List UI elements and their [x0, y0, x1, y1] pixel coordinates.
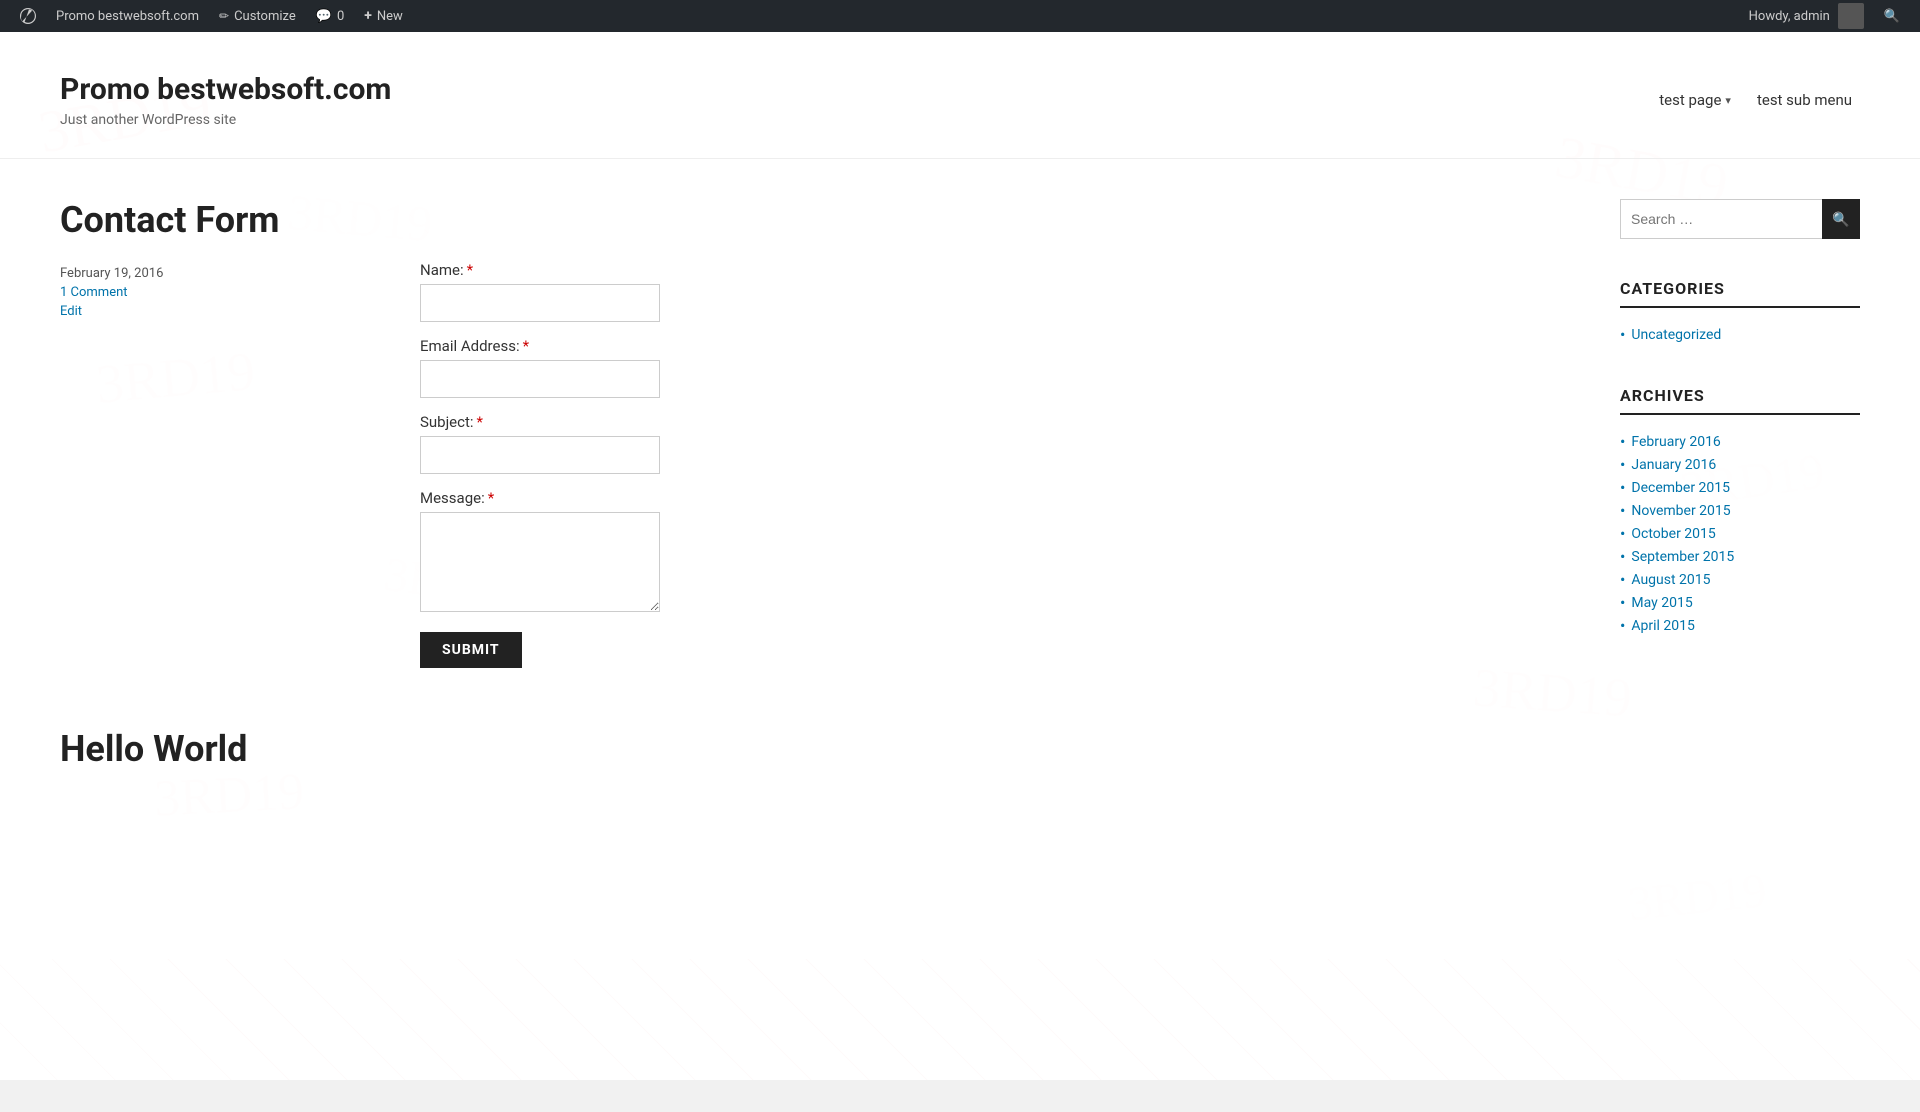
chevron-down-icon: ▾ [1725, 94, 1731, 107]
search-input[interactable] [1620, 199, 1822, 239]
post-inner: February 19, 2016 1 Comment Edit [60, 261, 1580, 668]
archive-link[interactable]: August 2015 [1631, 572, 1710, 588]
wordpress-logo-button[interactable] [10, 0, 46, 32]
submit-button[interactable]: SUBMIT [420, 632, 522, 668]
message-field-group: Message:* [420, 489, 1580, 612]
comments-link[interactable]: 1 Comment [60, 285, 128, 300]
email-label: Email Address:* [420, 337, 1580, 355]
hello-world-section: Hello World [60, 728, 1580, 770]
search-icon-adminbar: 🔍 [1884, 9, 1900, 24]
list-item: December 2015 [1620, 476, 1860, 499]
customize-icon: ✏ [219, 9, 229, 23]
plus-icon: + [364, 8, 372, 24]
name-label-text: Name: [420, 261, 464, 279]
post-title: Contact Form [60, 199, 1580, 241]
message-required-star: * [488, 489, 494, 507]
message-label-text: Message: [420, 489, 485, 507]
customize-button[interactable]: ✏ Customize [209, 0, 306, 32]
customize-label: Customize [234, 9, 296, 24]
archive-link[interactable]: November 2015 [1631, 503, 1730, 519]
subject-field-group: Subject:* [420, 413, 1580, 474]
howdy-text: Howdy, admin [1749, 9, 1830, 24]
edit-link[interactable]: Edit [60, 304, 82, 319]
email-label-text: Email Address: [420, 337, 520, 355]
search-button-adminbar[interactable]: 🔍 [1874, 0, 1910, 32]
comments-count: 0 [337, 9, 344, 24]
hello-world-title: Hello World [60, 728, 1580, 770]
name-field-group: Name:* [420, 261, 1580, 322]
archive-link[interactable]: February 2016 [1631, 434, 1720, 450]
list-item: October 2015 [1620, 522, 1860, 545]
list-item: September 2015 [1620, 545, 1860, 568]
archive-link[interactable]: October 2015 [1631, 526, 1715, 542]
subject-label: Subject:* [420, 413, 1580, 431]
email-input[interactable] [420, 360, 660, 398]
email-required-star: * [523, 337, 529, 355]
admin-avatar [1838, 3, 1864, 29]
site-description: Just another WordPress site [60, 112, 391, 128]
nav-test-sub-menu[interactable]: test sub menu [1749, 86, 1860, 114]
post-body: Name:* Email Address:* [240, 261, 1580, 668]
archive-link[interactable]: September 2015 [1631, 549, 1734, 565]
name-label: Name:* [420, 261, 1580, 279]
post-edit: Edit [60, 304, 220, 319]
site-name-label: Promo bestwebsoft.com [56, 9, 199, 24]
site-name-button[interactable]: Promo bestwebsoft.com [46, 0, 209, 32]
category-link-uncategorized[interactable]: Uncategorized [1631, 327, 1721, 343]
nav-test-page-label: test page [1659, 91, 1721, 109]
subject-input[interactable] [420, 436, 660, 474]
comments-button[interactable]: 💬 0 [306, 0, 355, 32]
list-item: January 2016 [1620, 453, 1860, 476]
message-textarea[interactable] [420, 512, 660, 612]
comments-icon: 💬 [316, 9, 332, 24]
nav-test-sub-menu-label: test sub menu [1757, 91, 1852, 109]
archive-link[interactable]: May 2015 [1631, 595, 1692, 611]
archives-list: February 2016 January 2016 December 2015 No… [1620, 430, 1860, 637]
name-input[interactable] [420, 284, 660, 322]
new-content-button[interactable]: + New [354, 0, 413, 32]
content-area: Contact Form February 19, 2016 1 Comment… [0, 159, 1920, 959]
site-wrapper: Promo bestwebsoft.com Just another WordP… [0, 32, 1920, 1080]
main-content: Contact Form February 19, 2016 1 Comment… [60, 199, 1580, 919]
subject-required-star: * [477, 413, 483, 431]
post-date: February 19, 2016 [60, 266, 220, 281]
howdy-section: Howdy, admin [1739, 3, 1874, 29]
post-contact-form: Contact Form February 19, 2016 1 Comment… [60, 199, 1580, 668]
new-label: New [377, 9, 403, 24]
search-widget: 🔍 [1620, 199, 1860, 239]
list-item: April 2015 [1620, 614, 1860, 637]
search-icon: 🔍 [1832, 211, 1849, 228]
search-submit-button[interactable]: 🔍 [1822, 199, 1860, 239]
email-field-group: Email Address:* [420, 337, 1580, 398]
list-item: Uncategorized [1620, 323, 1860, 346]
post-meta-left: February 19, 2016 1 Comment Edit [60, 261, 220, 668]
subject-label-text: Subject: [420, 413, 474, 431]
site-navigation: test page ▾ test sub menu [1651, 86, 1860, 114]
site-branding: Promo bestwebsoft.com Just another WordP… [60, 72, 391, 128]
nav-test-page[interactable]: test page ▾ [1651, 86, 1739, 114]
admin-bar: Promo bestwebsoft.com ✏ Customize 💬 0 + … [0, 0, 1920, 32]
archive-link[interactable]: April 2015 [1631, 618, 1695, 634]
list-item: February 2016 [1620, 430, 1860, 453]
archive-link[interactable]: January 2016 [1631, 457, 1716, 473]
categories-widget: CATEGORIES Uncategorized [1620, 279, 1860, 346]
categories-title: CATEGORIES [1620, 279, 1860, 308]
name-required-star: * [467, 261, 473, 279]
archive-link[interactable]: December 2015 [1631, 480, 1730, 496]
list-item: November 2015 [1620, 499, 1860, 522]
post-comments: 1 Comment [60, 285, 220, 300]
site-header: Promo bestwebsoft.com Just another WordP… [0, 32, 1920, 159]
search-form: 🔍 [1620, 199, 1860, 239]
sidebar: 🔍 CATEGORIES Uncategorized ARCHIVES Febr… [1620, 199, 1860, 919]
list-item: May 2015 [1620, 591, 1860, 614]
archives-title: ARCHIVES [1620, 386, 1860, 415]
categories-list: Uncategorized [1620, 323, 1860, 346]
contact-form: Name:* Email Address:* [240, 261, 1580, 668]
message-label: Message:* [420, 489, 1580, 507]
site-title-link[interactable]: Promo bestwebsoft.com [60, 72, 391, 107]
archives-widget: ARCHIVES February 2016 January 2016 Decemb… [1620, 386, 1860, 637]
list-item: August 2015 [1620, 568, 1860, 591]
